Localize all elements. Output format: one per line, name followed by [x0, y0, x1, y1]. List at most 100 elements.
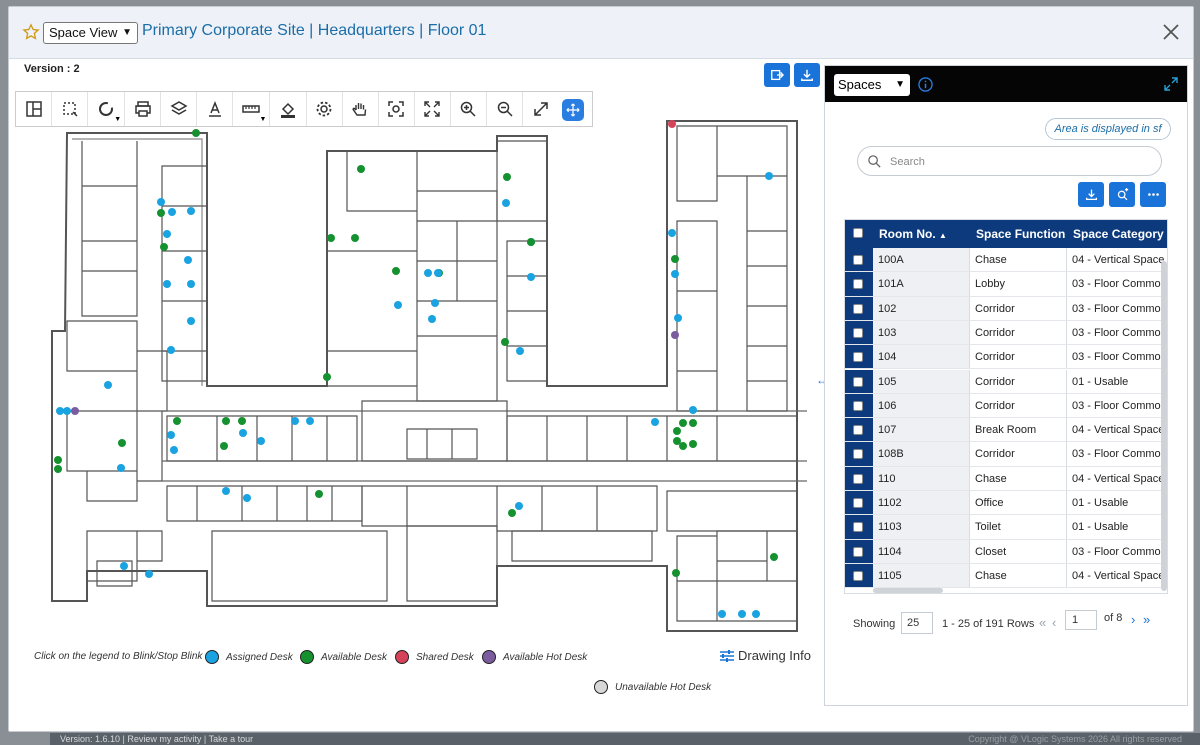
- search-box[interactable]: [857, 146, 1162, 176]
- assigned-desk-marker[interactable]: [738, 610, 746, 618]
- assigned-desk-marker[interactable]: [671, 270, 679, 278]
- assigned-desk-marker[interactable]: [167, 431, 175, 439]
- available-hot-desk-marker[interactable]: [71, 407, 79, 415]
- assigned-desk-marker[interactable]: [502, 199, 510, 207]
- assigned-desk-marker[interactable]: [306, 417, 314, 425]
- legend-shared-desk[interactable]: Shared Desk: [395, 650, 474, 664]
- table-row[interactable]: 107 Break Room 04 - Vertical Space: [845, 418, 1167, 443]
- panel-type-select[interactable]: Spaces ▼: [834, 74, 910, 96]
- row-checkbox[interactable]: [853, 570, 863, 581]
- assigned-desk-marker[interactable]: [187, 207, 195, 215]
- available-desk-marker[interactable]: [238, 417, 246, 425]
- table-row[interactable]: 103 Corridor 03 - Floor Common: [845, 320, 1167, 346]
- assigned-desk-marker[interactable]: [394, 301, 402, 309]
- table-row[interactable]: 104 Corridor 03 - Floor Common: [845, 345, 1167, 370]
- column-header-room-no[interactable]: Room No. ▲: [879, 227, 947, 241]
- row-checkbox[interactable]: [853, 546, 863, 557]
- available-desk-marker[interactable]: [173, 417, 181, 425]
- available-desk-marker[interactable]: [689, 419, 697, 427]
- assigned-desk-marker[interactable]: [291, 417, 299, 425]
- shared-desk-marker[interactable]: [668, 120, 676, 128]
- assigned-desk-marker[interactable]: [674, 314, 682, 322]
- table-row[interactable]: 1105 Chase 04 - Vertical Space: [845, 563, 1167, 589]
- available-desk-marker[interactable]: [770, 553, 778, 561]
- assigned-desk-marker[interactable]: [428, 315, 436, 323]
- assigned-desk-marker[interactable]: [168, 208, 176, 216]
- available-hot-desk-marker[interactable]: [671, 331, 679, 339]
- assigned-desk-marker[interactable]: [434, 269, 442, 277]
- legend-available-hot-desk[interactable]: Available Hot Desk: [482, 650, 587, 664]
- legend-available-desk[interactable]: Available Desk: [300, 650, 387, 664]
- table-row[interactable]: 102 Corridor 03 - Floor Common: [845, 296, 1167, 321]
- assigned-desk-marker[interactable]: [516, 347, 524, 355]
- assigned-desk-marker[interactable]: [257, 437, 265, 445]
- assigned-desk-marker[interactable]: [243, 494, 251, 502]
- assigned-desk-marker[interactable]: [167, 346, 175, 354]
- column-header-space-category[interactable]: Space Category: [1073, 227, 1164, 241]
- assigned-desk-marker[interactable]: [104, 381, 112, 389]
- row-checkbox[interactable]: [853, 400, 863, 411]
- row-checkbox[interactable]: [853, 255, 863, 265]
- assigned-desk-marker[interactable]: [63, 407, 71, 415]
- available-desk-marker[interactable]: [222, 417, 230, 425]
- grid-download-button[interactable]: [1078, 182, 1104, 207]
- grid-horizontal-scrollbar[interactable]: [873, 588, 943, 593]
- available-desk-marker[interactable]: [508, 509, 516, 517]
- available-desk-marker[interactable]: [679, 419, 687, 427]
- assigned-desk-marker[interactable]: [145, 570, 153, 578]
- select-all-checkbox[interactable]: [853, 228, 863, 238]
- assigned-desk-marker[interactable]: [718, 610, 726, 618]
- row-checkbox[interactable]: [853, 327, 863, 338]
- prev-page-icon[interactable]: ‹: [1052, 615, 1056, 630]
- row-checkbox[interactable]: [853, 498, 863, 508]
- row-checkbox[interactable]: [853, 352, 863, 363]
- table-row[interactable]: 106 Corridor 03 - Floor Common: [845, 393, 1167, 419]
- available-desk-marker[interactable]: [315, 490, 323, 498]
- available-desk-marker[interactable]: [54, 465, 62, 473]
- assigned-desk-marker[interactable]: [120, 562, 128, 570]
- assigned-desk-marker[interactable]: [752, 610, 760, 618]
- table-row[interactable]: 1104 Closet 03 - Floor Common: [845, 539, 1167, 564]
- assigned-desk-marker[interactable]: [424, 269, 432, 277]
- available-desk-marker[interactable]: [392, 267, 400, 275]
- assigned-desk-marker[interactable]: [163, 230, 171, 238]
- page-number-input[interactable]: 1: [1065, 610, 1097, 630]
- download-button[interactable]: [794, 63, 820, 87]
- available-desk-marker[interactable]: [357, 165, 365, 173]
- assigned-desk-marker[interactable]: [765, 172, 773, 180]
- table-row[interactable]: 105 Corridor 01 - Usable: [845, 369, 1167, 394]
- search-input[interactable]: [890, 153, 1130, 171]
- column-header-space-function[interactable]: Space Function: [976, 227, 1065, 241]
- legend-unavailable-hot-desk[interactable]: Unavailable Hot Desk: [594, 680, 711, 694]
- available-desk-marker[interactable]: [503, 173, 511, 181]
- available-desk-marker[interactable]: [160, 243, 168, 251]
- available-desk-marker[interactable]: [671, 255, 679, 263]
- first-page-icon[interactable]: «: [1039, 615, 1046, 630]
- available-desk-marker[interactable]: [501, 338, 509, 346]
- floor-plan-drawing[interactable]: [27, 111, 827, 641]
- footer-links[interactable]: Version: 1.6.10 | Review my activity | T…: [60, 734, 253, 744]
- grid-find-button[interactable]: [1109, 182, 1135, 207]
- available-desk-marker[interactable]: [351, 234, 359, 242]
- table-row[interactable]: 108B Corridor 03 - Floor Common: [845, 442, 1167, 467]
- row-checkbox[interactable]: [853, 522, 863, 533]
- assigned-desk-marker[interactable]: [515, 502, 523, 510]
- available-desk-marker[interactable]: [220, 442, 228, 450]
- available-desk-marker[interactable]: [157, 209, 165, 217]
- expand-panel-icon[interactable]: [1163, 76, 1179, 92]
- export-button[interactable]: [764, 63, 790, 87]
- available-desk-marker[interactable]: [673, 427, 681, 435]
- assigned-desk-marker[interactable]: [184, 256, 192, 264]
- grid-more-button[interactable]: [1140, 182, 1166, 207]
- assigned-desk-marker[interactable]: [527, 273, 535, 281]
- row-checkbox[interactable]: [853, 376, 863, 387]
- available-desk-marker[interactable]: [679, 442, 687, 450]
- table-row[interactable]: 1103 Toilet 01 - Usable: [845, 515, 1167, 540]
- assigned-desk-marker[interactable]: [187, 280, 195, 288]
- available-desk-marker[interactable]: [323, 373, 331, 381]
- legend-assigned-desk[interactable]: Assigned Desk: [205, 650, 293, 664]
- assigned-desk-marker[interactable]: [187, 317, 195, 325]
- row-checkbox[interactable]: [853, 449, 863, 460]
- table-row[interactable]: 1102 Office 01 - Usable: [845, 491, 1167, 516]
- assigned-desk-marker[interactable]: [239, 429, 247, 437]
